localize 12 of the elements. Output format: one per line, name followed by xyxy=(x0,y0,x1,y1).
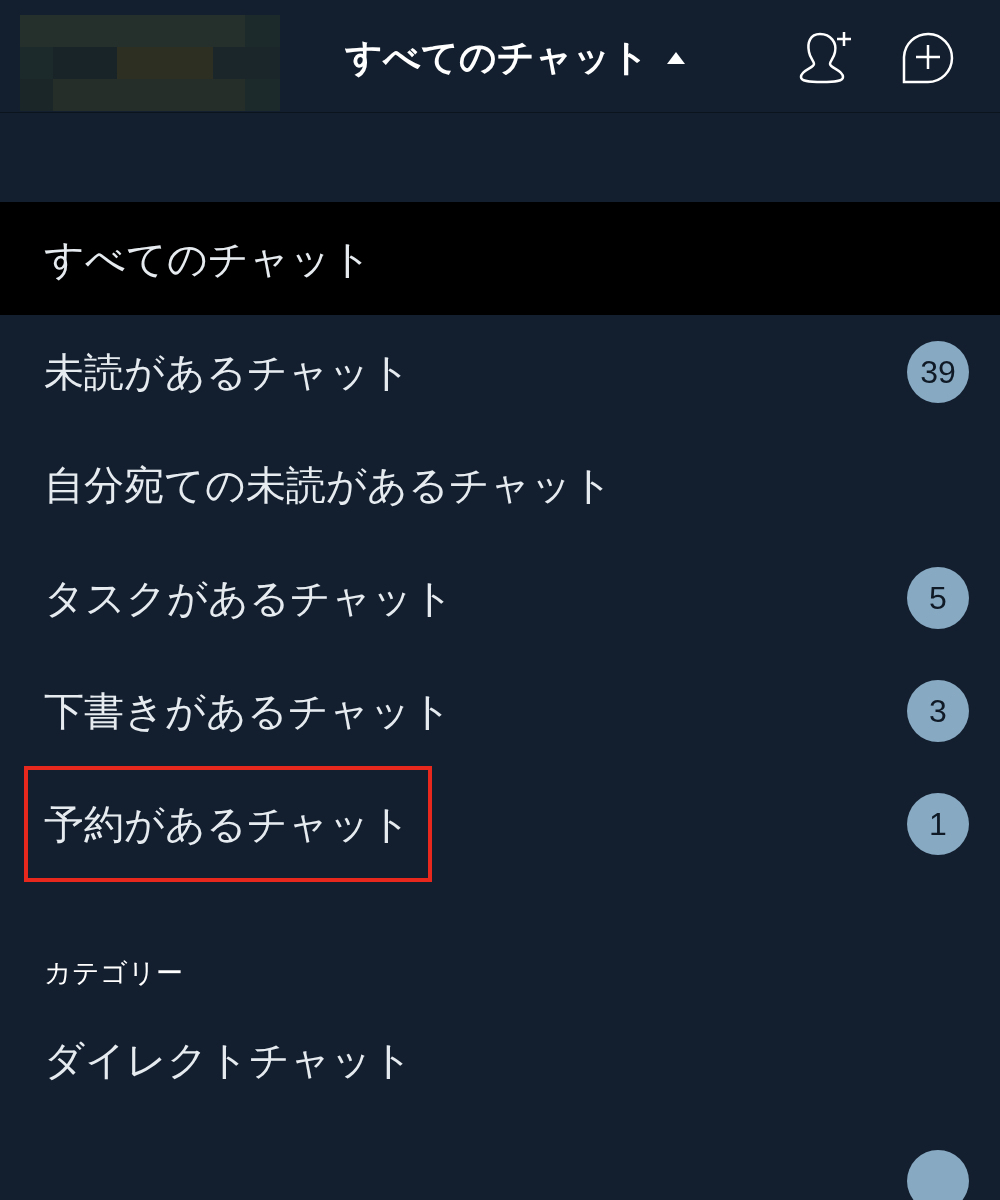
filter-item[interactable]: 予約があるチャット 1 xyxy=(0,767,1000,880)
new-chat-icon[interactable] xyxy=(900,30,956,84)
count-badge xyxy=(907,1149,969,1200)
header-title[interactable]: すべてのチャット xyxy=(345,30,649,86)
count-badge: 1 xyxy=(907,792,969,855)
count-badge: 39 xyxy=(907,340,969,403)
count-badge: 3 xyxy=(907,679,969,742)
add-contact-icon[interactable] xyxy=(798,30,854,84)
section-header: カテゴリー xyxy=(44,957,183,990)
count-badge: 5 xyxy=(907,566,969,629)
caret-icon[interactable] xyxy=(667,51,685,64)
filter-item[interactable]: すべてのチャット xyxy=(0,202,1000,315)
